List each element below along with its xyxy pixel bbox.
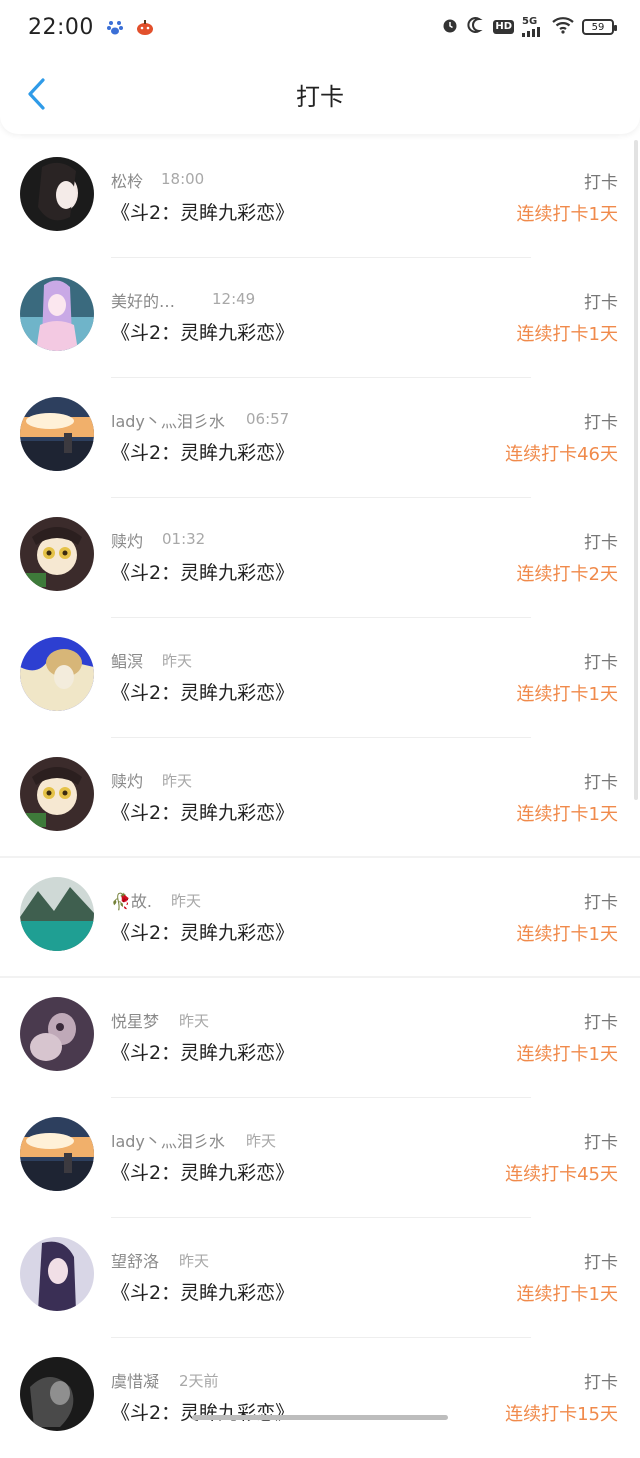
action-label: 打卡 <box>584 1368 618 1393</box>
list-item[interactable]: 悦星梦 昨天 《斗2：灵眸九彩恋》 打卡 连续打卡1天 <box>0 978 640 1098</box>
streak-label: 连续打卡1天 <box>517 800 618 826</box>
network-type-label: 5G <box>522 17 537 27</box>
user-name[interactable]: 赎灼 <box>111 768 143 792</box>
book-title[interactable]: 《斗2：灵眸九彩恋》 <box>111 798 294 825</box>
action-label: 打卡 <box>584 288 618 313</box>
streak-label: 连续打卡1天 <box>517 200 618 226</box>
streak-label: 连续打卡46天 <box>505 440 618 466</box>
user-name[interactable]: 🥀故. <box>111 888 152 912</box>
book-title[interactable]: 《斗2：灵眸九彩恋》 <box>111 918 294 945</box>
book-title[interactable]: 《斗2：灵眸九彩恋》 <box>111 198 294 225</box>
checkin-list: 松柃 18:00 《斗2：灵眸九彩恋》 打卡 连续打卡1天 美好的… 12:49… <box>0 138 640 1458</box>
checkin-time: 12:49 <box>212 290 255 308</box>
streak-label: 连续打卡15天 <box>505 1400 618 1426</box>
action-label: 打卡 <box>584 768 618 793</box>
user-name[interactable]: 赎灼 <box>111 528 143 552</box>
action-label: 打卡 <box>584 1128 618 1153</box>
avatar[interactable] <box>20 637 94 711</box>
user-name[interactable]: 虞惜凝 <box>111 1368 159 1392</box>
pumpkin-app-icon <box>136 18 154 36</box>
avatar[interactable] <box>20 1357 94 1431</box>
user-name[interactable]: lady丶灬泪彡水 <box>111 408 225 432</box>
page-header: 打卡 <box>0 54 640 134</box>
list-item[interactable]: 赎灼 01:32 《斗2：灵眸九彩恋》 打卡 连续打卡2天 <box>0 498 640 618</box>
list-item[interactable]: lady丶灬泪彡水 06:57 《斗2：灵眸九彩恋》 打卡 连续打卡46天 <box>0 378 640 498</box>
user-name[interactable]: 美好的… <box>111 288 175 312</box>
user-name[interactable]: 悦星梦 <box>111 1008 159 1032</box>
list-item[interactable]: 🥀故. 昨天 《斗2：灵眸九彩恋》 打卡 连续打卡1天 <box>0 858 640 978</box>
checkin-time: 昨天 <box>162 650 192 671</box>
streak-label: 连续打卡45天 <box>505 1160 618 1186</box>
streak-label: 连续打卡1天 <box>517 680 618 706</box>
wifi-icon <box>552 16 574 38</box>
action-label: 打卡 <box>584 168 618 193</box>
chevron-left-icon <box>25 77 47 111</box>
book-title[interactable]: 《斗2：灵眸九彩恋》 <box>111 438 294 465</box>
checkin-time: 01:32 <box>162 530 205 548</box>
avatar[interactable] <box>20 157 94 231</box>
status-time: 22:00 <box>28 15 94 40</box>
book-title[interactable]: 《斗2：灵眸九彩恋》 <box>111 1278 294 1305</box>
avatar[interactable] <box>20 997 94 1071</box>
status-left: 22:00 <box>28 15 154 40</box>
avatar[interactable] <box>20 517 94 591</box>
action-label: 打卡 <box>584 408 618 433</box>
user-name[interactable]: 望舒洛 <box>111 1248 159 1272</box>
checkin-time: 昨天 <box>246 1130 276 1151</box>
book-title[interactable]: 《斗2：灵眸九彩恋》 <box>111 1398 294 1425</box>
user-name[interactable]: lady丶灬泪彡水 <box>111 1128 225 1152</box>
status-right: HD 5G 59 <box>441 16 614 38</box>
status-bar: 22:00 HD 5G <box>0 0 640 54</box>
action-label: 打卡 <box>584 648 618 673</box>
home-indicator[interactable] <box>192 1415 448 1420</box>
avatar[interactable] <box>20 877 94 951</box>
list-item[interactable]: 望舒洛 昨天 《斗2：灵眸九彩恋》 打卡 连续打卡1天 <box>0 1218 640 1338</box>
checkin-time: 18:00 <box>161 170 204 188</box>
checkin-time: 昨天 <box>179 1010 209 1031</box>
checkin-time: 昨天 <box>171 890 201 911</box>
list-item[interactable]: 松柃 18:00 《斗2：灵眸九彩恋》 打卡 连续打卡1天 <box>0 138 640 258</box>
battery-indicator: 59 <box>582 19 614 35</box>
streak-label: 连续打卡1天 <box>517 920 618 946</box>
signal-icon: 5G <box>522 17 544 37</box>
list-item[interactable]: 赎灼 昨天 《斗2：灵眸九彩恋》 打卡 连续打卡1天 <box>0 738 640 858</box>
book-title[interactable]: 《斗2：灵眸九彩恋》 <box>111 1038 294 1065</box>
avatar[interactable] <box>20 1117 94 1191</box>
alarm-icon <box>441 16 459 38</box>
back-button[interactable] <box>18 76 54 112</box>
book-title[interactable]: 《斗2：灵眸九彩恋》 <box>111 678 294 705</box>
action-label: 打卡 <box>584 888 618 913</box>
page-title: 打卡 <box>296 77 344 112</box>
checkin-time: 昨天 <box>179 1250 209 1271</box>
checkin-time: 昨天 <box>162 770 192 791</box>
list-item[interactable]: 虞惜凝 2天前 《斗2：灵眸九彩恋》 打卡 连续打卡15天 <box>0 1338 640 1458</box>
book-title[interactable]: 《斗2：灵眸九彩恋》 <box>111 1158 294 1185</box>
book-title[interactable]: 《斗2：灵眸九彩恋》 <box>111 318 294 345</box>
streak-label: 连续打卡2天 <box>517 560 618 586</box>
scrollbar[interactable] <box>634 140 638 800</box>
user-name[interactable]: 鲳溟 <box>111 648 143 672</box>
user-name[interactable]: 松柃 <box>111 168 143 192</box>
streak-label: 连续打卡1天 <box>517 1040 618 1066</box>
hd-icon: HD <box>493 20 514 34</box>
avatar[interactable] <box>20 277 94 351</box>
avatar[interactable] <box>20 397 94 471</box>
streak-label: 连续打卡1天 <box>517 320 618 346</box>
checkin-time: 2天前 <box>179 1370 219 1391</box>
action-label: 打卡 <box>584 1008 618 1033</box>
action-label: 打卡 <box>584 528 618 553</box>
action-label: 打卡 <box>584 1248 618 1273</box>
checkin-time: 06:57 <box>246 410 289 428</box>
book-title[interactable]: 《斗2：灵眸九彩恋》 <box>111 558 294 585</box>
battery-level: 59 <box>592 22 605 33</box>
list-item[interactable]: 美好的… 12:49 《斗2：灵眸九彩恋》 打卡 连续打卡1天 <box>0 258 640 378</box>
streak-label: 连续打卡1天 <box>517 1280 618 1306</box>
moon-icon <box>467 16 485 38</box>
list-item[interactable]: 鲳溟 昨天 《斗2：灵眸九彩恋》 打卡 连续打卡1天 <box>0 618 640 738</box>
paw-app-icon <box>106 18 124 36</box>
list-item[interactable]: lady丶灬泪彡水 昨天 《斗2：灵眸九彩恋》 打卡 连续打卡45天 <box>0 1098 640 1218</box>
avatar[interactable] <box>20 757 94 831</box>
avatar[interactable] <box>20 1237 94 1311</box>
